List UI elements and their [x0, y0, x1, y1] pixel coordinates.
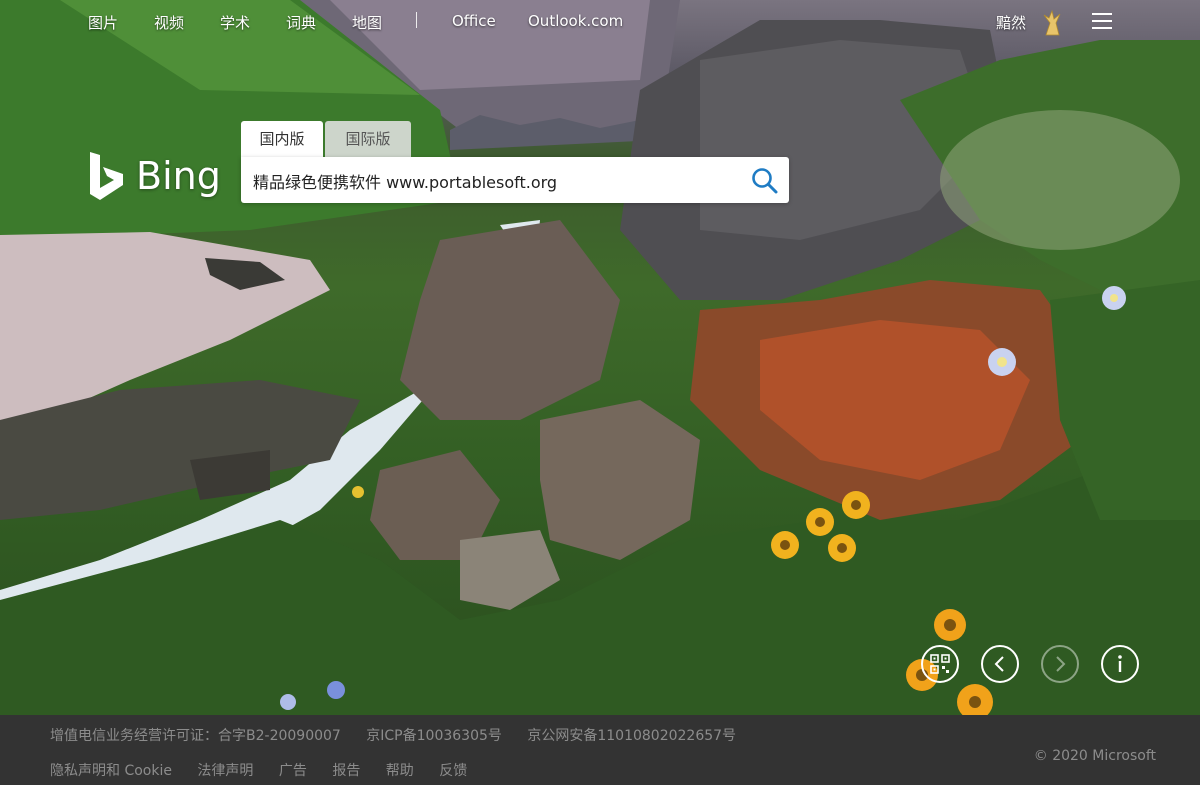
copyright: © 2020 Microsoft	[1033, 748, 1156, 764]
footer: 增值电信业务经营许可证：合字B2-20090007 京ICP备10036305号…	[0, 715, 1200, 785]
nav-images-link[interactable]: 图片	[88, 12, 118, 33]
nav-office-link[interactable]: Office	[452, 12, 496, 30]
qr-code-icon	[930, 654, 950, 674]
user-name[interactable]: 黯然	[996, 12, 1026, 33]
info-button[interactable]	[1101, 645, 1139, 683]
footer-help-link[interactable]: 帮助	[386, 763, 414, 779]
footer-police-record-text: 京公网安备11010802022657号	[527, 728, 737, 744]
tab-domestic[interactable]: 国内版	[241, 121, 323, 157]
landscape-photo	[0, 0, 1200, 715]
footer-legal-link[interactable]: 法律声明	[197, 763, 253, 779]
footer-ads-link[interactable]: 广告	[279, 763, 307, 779]
nav-maps-link[interactable]: 地图	[352, 12, 382, 33]
footer-license-row: 增值电信业务经营许可证：合字B2-20090007 京ICP备10036305号…	[50, 725, 757, 745]
footer-report-link[interactable]: 报告	[332, 763, 360, 779]
search-input[interactable]	[251, 157, 745, 205]
chevron-right-icon	[1056, 656, 1066, 672]
nav-dictionary-link[interactable]: 词典	[286, 12, 316, 33]
hamburger-menu-icon[interactable]	[1092, 13, 1112, 29]
avatar[interactable]	[1040, 9, 1064, 37]
footer-license-text: 增值电信业务经营许可证：合字B2-20090007	[50, 728, 341, 744]
info-icon	[1118, 655, 1122, 672]
top-navigation: 图片 视频 学术 词典 地图 Office Outlook.com 黯然	[0, 0, 1200, 44]
background-image: 图片 视频 学术 词典 地图 Office Outlook.com 黯然 Bin…	[0, 0, 1200, 715]
search-icon[interactable]	[751, 167, 779, 195]
tab-international[interactable]: 国际版	[325, 121, 411, 157]
bing-logo[interactable]: Bing	[88, 150, 221, 202]
previous-image-button[interactable]	[981, 645, 1019, 683]
next-image-button[interactable]	[1041, 645, 1079, 683]
search-box	[241, 157, 789, 205]
footer-feedback-link[interactable]: 反馈	[439, 763, 467, 779]
nav-divider	[416, 12, 417, 28]
chevron-left-icon	[994, 656, 1004, 672]
nav-videos-link[interactable]: 视频	[154, 12, 184, 33]
qr-code-button[interactable]	[921, 645, 959, 683]
nav-academic-link[interactable]: 学术	[220, 12, 250, 33]
nav-outlook-link[interactable]: Outlook.com	[528, 12, 623, 30]
footer-links-row: 隐私声明和 Cookie 法律声明 广告 报告 帮助 反馈	[50, 760, 488, 780]
logo-text: Bing	[136, 154, 221, 198]
footer-privacy-link[interactable]: 隐私声明和 Cookie	[50, 763, 172, 779]
footer-icp-text: 京ICP备10036305号	[366, 728, 502, 744]
bing-logo-icon	[90, 152, 123, 200]
